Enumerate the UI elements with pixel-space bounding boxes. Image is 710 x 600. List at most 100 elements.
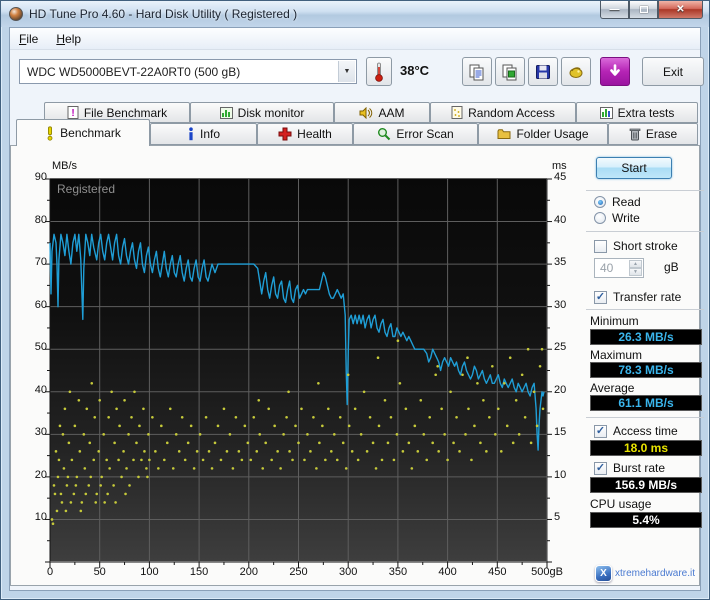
tab-random-access[interactable]: Random Access — [430, 102, 576, 123]
tab-label: Folder Usage — [516, 127, 588, 141]
health-cross-icon — [278, 127, 292, 141]
tab-folder-usage[interactable]: Folder Usage — [478, 123, 608, 145]
drive-select-dropdown[interactable]: WDC WD5000BEVT-22A0RT0 (500 gB) ▼ — [19, 59, 357, 84]
tab-erase[interactable]: Erase — [608, 123, 698, 145]
tab-aam[interactable]: AAM — [334, 102, 430, 123]
y-axis-tick-label: 20 — [554, 384, 584, 396]
transfer-rate-checkbox[interactable]: ✓ — [594, 291, 607, 304]
x-axis-tick-label: 150 — [178, 566, 220, 578]
tab-label: Benchmark — [60, 126, 121, 140]
left-axis-unit: MB/s — [52, 160, 77, 172]
y-axis-tick-label: 90 — [21, 171, 47, 183]
spinner-down-icon[interactable]: ▼ — [629, 268, 642, 276]
svg-text:!: ! — [71, 108, 74, 119]
read-radio[interactable] — [594, 196, 606, 208]
benchmark-plot: Registered — [50, 178, 547, 561]
short-stroke-checkbox[interactable] — [594, 240, 607, 253]
separator — [586, 231, 704, 232]
short-stroke-unit: gB — [664, 260, 679, 274]
benchmark-icon — [45, 126, 55, 141]
separator — [586, 190, 704, 191]
minimum-label: Minimum — [590, 314, 639, 328]
spinner-arrows[interactable]: ▲ ▼ — [629, 260, 642, 276]
trash-icon — [629, 127, 641, 141]
x-axis-tick-label: 350 — [377, 566, 419, 578]
tab-label: AAM — [378, 106, 404, 120]
y-axis-tick-label: 60 — [21, 299, 47, 311]
benchmark-side-panel: Start Read Write Short stroke 4 — [586, 146, 708, 585]
separator — [586, 309, 704, 310]
copy-image-button[interactable] — [495, 57, 525, 86]
temperature-value: 38°C — [400, 63, 429, 78]
temperature-button[interactable] — [366, 57, 392, 86]
random-access-icon — [451, 106, 463, 119]
separator — [586, 417, 704, 418]
short-stroke-control: 40 ▲ ▼ gB — [594, 258, 704, 278]
menu-file[interactable]: File — [10, 29, 47, 49]
tab-info[interactable]: Info — [150, 123, 257, 145]
y-axis-tick-label: 40 — [21, 384, 47, 396]
tab-label: Disk monitor — [238, 106, 305, 120]
app-window: HD Tune Pro 4.60 - Hard Disk Utility ( R… — [0, 0, 710, 600]
x-axis-tick-label: 0 — [29, 566, 71, 578]
window-controls: — ✕ — [600, 1, 703, 19]
start-button[interactable]: Start — [596, 157, 672, 179]
window-title: HD Tune Pro 4.60 - Hard Disk Utility ( R… — [29, 7, 297, 21]
write-radio-row[interactable]: Write — [594, 211, 640, 225]
access-time-label: Access time — [613, 424, 678, 438]
exit-button[interactable]: Exit — [642, 57, 704, 86]
read-radio-row[interactable]: Read — [594, 195, 641, 209]
y-axis-tick-label: 20 — [21, 469, 47, 481]
magnifier-icon — [377, 127, 391, 141]
toolbar: WDC WD5000BEVT-22A0RT0 (500 gB) ▼ 38°C — [10, 50, 700, 96]
tab-label: Error Scan — [396, 127, 453, 141]
burst-rate-row[interactable]: ✓ Burst rate — [594, 461, 665, 475]
maximize-icon — [640, 6, 648, 13]
drive-select-value: WDC WD5000BEVT-22A0RT0 (500 gB) — [27, 65, 240, 79]
title-bar[interactable]: HD Tune Pro 4.60 - Hard Disk Utility ( R… — [1, 1, 709, 27]
access-time-value: 18.0 ms — [590, 440, 702, 456]
extra-tests-icon — [600, 107, 613, 119]
write-radio[interactable] — [594, 212, 606, 224]
minimize-button[interactable]: — — [600, 1, 629, 19]
tab-label: Health — [297, 127, 332, 141]
spinner-up-icon[interactable]: ▲ — [629, 260, 642, 268]
tab-error-scan[interactable]: Error Scan — [353, 123, 478, 145]
average-value: 61.1 MB/s — [590, 395, 702, 411]
download-button[interactable] — [600, 57, 630, 86]
menu-help[interactable]: Help — [47, 29, 90, 49]
registered-watermark: Registered — [57, 182, 115, 196]
transfer-rate-row[interactable]: ✓ Transfer rate — [594, 290, 681, 304]
download-arrow-icon — [607, 64, 623, 80]
transfer-rate-label: Transfer rate — [613, 290, 681, 304]
y-axis-tick-label: 70 — [21, 256, 47, 268]
tab-disk-monitor[interactable]: Disk monitor — [190, 102, 334, 123]
site-logo-icon: X — [595, 565, 612, 582]
tab-benchmark[interactable]: Benchmark — [16, 119, 150, 146]
tab-extra-tests[interactable]: Extra tests — [576, 102, 698, 123]
export-icon — [567, 63, 585, 81]
tab-health[interactable]: Health — [257, 123, 353, 145]
close-button[interactable]: ✕ — [658, 1, 703, 19]
disk-monitor-icon — [220, 107, 233, 119]
site-watermark-text: xtremehardware.it — [615, 568, 695, 579]
chevron-down-icon[interactable]: ▼ — [338, 61, 355, 82]
copy-image-icon — [501, 63, 519, 81]
copy-text-button[interactable] — [462, 57, 492, 86]
access-time-row[interactable]: ✓ Access time — [594, 424, 678, 438]
x-axis-tick-label: 250 — [278, 566, 320, 578]
hdtune-app-icon — [9, 7, 23, 21]
y-axis-tick-label: 15 — [554, 426, 584, 438]
short-stroke-input[interactable]: 40 ▲ ▼ — [594, 258, 644, 278]
thermometer-icon — [372, 61, 386, 83]
save-button[interactable] — [528, 57, 558, 86]
y-axis-tick-label: 30 — [554, 299, 584, 311]
cpu-usage-value: 5.4% — [590, 512, 702, 528]
burst-rate-checkbox[interactable]: ✓ — [594, 462, 607, 475]
maximum-value: 78.3 MB/s — [590, 362, 702, 378]
access-time-checkbox[interactable]: ✓ — [594, 425, 607, 438]
maximize-button[interactable] — [629, 1, 658, 19]
y-axis-tick-label: 30 — [21, 426, 47, 438]
short-stroke-row[interactable]: Short stroke — [594, 239, 678, 253]
export-button[interactable] — [561, 57, 591, 86]
